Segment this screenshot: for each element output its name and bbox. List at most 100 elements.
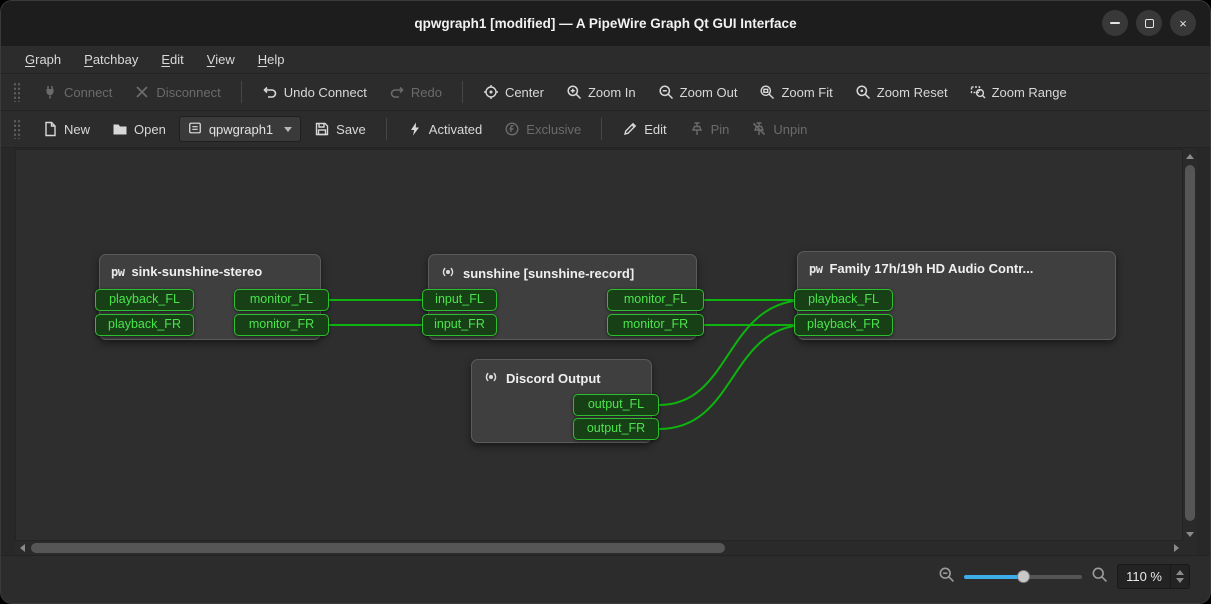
titlebar: qpwgraph1 [modified] — A PipeWire Graph … — [1, 1, 1210, 46]
menu-graph[interactable]: Graph — [15, 48, 71, 71]
zoom-reset-button[interactable]: Zoom Reset — [846, 79, 957, 105]
port-family-playback-fl[interactable]: playback_FL — [794, 289, 893, 311]
save-button[interactable]: Save — [305, 116, 375, 142]
zoom-fit-icon — [759, 84, 775, 100]
exclusive-label: Exclusive — [526, 122, 581, 137]
save-icon — [314, 121, 330, 137]
maximize-icon — [1145, 19, 1154, 28]
node-title: sink-sunshine-stereo — [131, 264, 262, 279]
cable-discord-output-fr-to-family-playback-fr[interactable] — [659, 326, 794, 429]
port-sunshine-input-fr[interactable]: input_FR — [422, 314, 497, 336]
connect-label: Connect — [64, 85, 112, 100]
zoom-reset-icon — [855, 84, 871, 100]
port-sink-monitor-fl[interactable]: monitor_FL — [234, 289, 329, 311]
edit-button[interactable]: Edit — [613, 116, 675, 142]
minimize-icon — [1110, 22, 1120, 24]
patchbay-preset-combo[interactable]: qpwgraph1 — [179, 116, 301, 142]
undo-icon — [262, 84, 278, 100]
edit-pencil-icon — [622, 121, 638, 137]
port-sunshine-input-fl[interactable]: input_FL — [422, 289, 497, 311]
exclusive-button[interactable]: Exclusive — [495, 116, 590, 142]
menu-patchbay[interactable]: Patchbay — [74, 48, 148, 71]
zoom-out-button[interactable]: Zoom Out — [649, 79, 747, 105]
zoom-slider[interactable] — [964, 568, 1082, 586]
zoom-in-label: Zoom In — [588, 85, 636, 100]
node-header: pw Family 17h/19h HD Audio Contr... — [798, 252, 1115, 276]
pipewire-icon: pw — [809, 262, 822, 276]
zoom-out-icon — [658, 84, 674, 100]
scroll-down-button[interactable] — [1183, 527, 1197, 541]
menu-view[interactable]: View — [197, 48, 245, 71]
undo-connect-label: Undo Connect — [284, 85, 367, 100]
zoom-in-status-icon[interactable] — [1091, 566, 1108, 588]
vertical-scroll-thumb[interactable] — [1185, 165, 1195, 521]
port-sink-playback-fr[interactable]: playback_FR — [95, 314, 194, 336]
zoom-range-button[interactable]: Zoom Range — [961, 79, 1076, 105]
redo-label: Redo — [411, 85, 442, 100]
spin-up-button[interactable] — [1176, 570, 1184, 575]
exclusive-icon — [504, 121, 520, 137]
scroll-left-button[interactable] — [15, 541, 29, 555]
node-header: pw sink-sunshine-stereo — [100, 255, 320, 279]
menu-edit[interactable]: Edit — [151, 48, 193, 71]
toolbar-drag-handle[interactable] — [13, 119, 21, 139]
disconnect-icon — [134, 84, 150, 100]
menu-help[interactable]: Help — [248, 48, 295, 71]
maximize-button[interactable] — [1136, 10, 1162, 36]
monitor-icon — [440, 264, 456, 283]
node-title: Family 17h/19h HD Audio Contr... — [829, 261, 1033, 276]
pin-button[interactable]: Pin — [680, 116, 739, 142]
cables-layer — [15, 149, 1183, 541]
scroll-right-button[interactable] — [1169, 541, 1183, 555]
activated-button[interactable]: Activated — [398, 116, 491, 142]
scroll-up-button[interactable] — [1183, 149, 1197, 163]
redo-icon — [389, 84, 405, 100]
connect-icon — [42, 84, 58, 100]
scrollbar-corner — [1183, 541, 1197, 555]
zoom-slider-handle[interactable] — [1017, 570, 1030, 583]
patchbay-icon — [188, 121, 202, 138]
vertical-scrollbar[interactable] — [1183, 149, 1197, 541]
activated-label: Activated — [429, 122, 482, 137]
zoom-spinbox[interactable]: 110 % — [1117, 564, 1190, 589]
port-discord-output-fl[interactable]: output_FL — [573, 394, 659, 416]
statusbar: 110 % — [1, 555, 1210, 604]
port-sink-monitor-fr[interactable]: monitor_FR — [234, 314, 329, 336]
zoom-out-status-icon[interactable] — [938, 566, 955, 588]
port-family-playback-fr[interactable]: playback_FR — [794, 314, 893, 336]
activated-bolt-icon — [407, 121, 423, 137]
graph-canvas[interactable]: pw sink-sunshine-stereo sunshine [sunshi… — [15, 149, 1183, 541]
window-controls: × — [1102, 10, 1196, 36]
undo-connect-button[interactable]: Undo Connect — [253, 79, 376, 105]
spin-down-button[interactable] — [1176, 578, 1184, 583]
toolbar-patchbay: New Open qpwgraph1 Save Activated Exclus… — [1, 111, 1210, 148]
minimize-button[interactable] — [1102, 10, 1128, 36]
zoom-out-label: Zoom Out — [680, 85, 738, 100]
horizontal-scrollbar[interactable] — [15, 541, 1183, 555]
new-button[interactable]: New — [33, 116, 99, 142]
app-window: qpwgraph1 [modified] — A PipeWire Graph … — [0, 0, 1211, 604]
patchbay-preset-value: qpwgraph1 — [209, 122, 273, 137]
zoom-in-button[interactable]: Zoom In — [557, 79, 645, 105]
port-sunshine-monitor-fr[interactable]: monitor_FR — [607, 314, 704, 336]
toolbar-drag-handle[interactable] — [13, 82, 21, 102]
horizontal-scroll-thumb[interactable] — [31, 543, 725, 553]
disconnect-button[interactable]: Disconnect — [125, 79, 229, 105]
zoom-fit-label: Zoom Fit — [781, 85, 832, 100]
zoom-range-label: Zoom Range — [992, 85, 1067, 100]
zoom-value[interactable]: 110 % — [1118, 565, 1170, 588]
zoom-spin-arrows — [1170, 565, 1189, 588]
unpin-button[interactable]: Unpin — [742, 116, 816, 142]
node-header: Discord Output — [472, 360, 651, 388]
connect-button[interactable]: Connect — [33, 79, 121, 105]
center-button[interactable]: Center — [474, 79, 553, 105]
port-sink-playback-fl[interactable]: playback_FL — [95, 289, 194, 311]
port-sunshine-monitor-fl[interactable]: monitor_FL — [607, 289, 704, 311]
open-button[interactable]: Open — [103, 116, 175, 142]
zoom-fit-button[interactable]: Zoom Fit — [750, 79, 841, 105]
close-button[interactable]: × — [1170, 10, 1196, 36]
chevron-down-icon — [284, 127, 292, 132]
port-discord-output-fr[interactable]: output_FR — [573, 418, 659, 440]
redo-button[interactable]: Redo — [380, 79, 451, 105]
toolbar-separator — [386, 118, 387, 140]
